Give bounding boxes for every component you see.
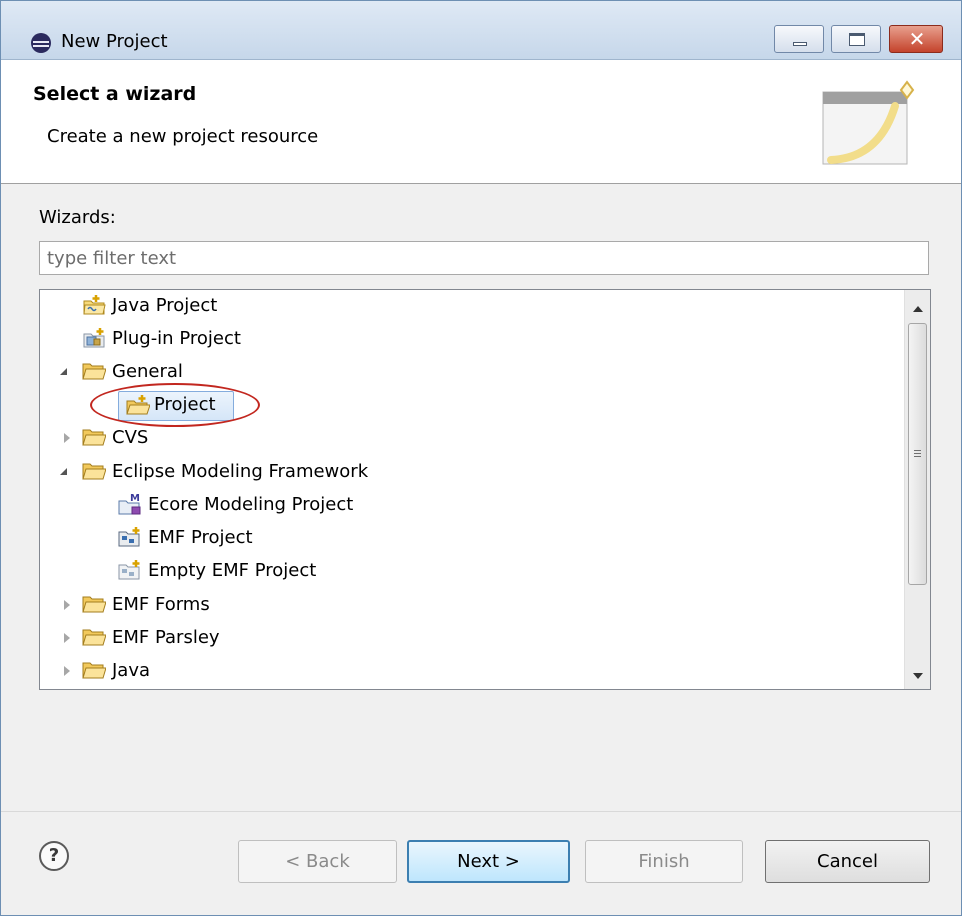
folder-icon: [82, 662, 106, 679]
collapse-arrow-icon[interactable]: [64, 633, 70, 643]
tree-item-general[interactable]: General: [40, 356, 900, 388]
wizard-filter-input[interactable]: [39, 241, 929, 275]
tree-item-emf-parsley[interactable]: EMF Parsley: [40, 622, 900, 654]
folder-icon: [82, 463, 106, 480]
close-icon: ✕: [908, 27, 926, 51]
eclipse-icon: [31, 33, 51, 53]
footer-divider: [1, 811, 961, 812]
tree-item-label: General: [112, 361, 183, 382]
window-title: New Project: [61, 31, 168, 52]
tree-item-java-project[interactable]: Java Project: [40, 290, 900, 322]
minimize-button[interactable]: [774, 25, 824, 53]
minimize-icon: [793, 42, 807, 46]
back-button[interactable]: < Back: [238, 840, 397, 883]
tree-item-plugin-project[interactable]: Plug-in Project: [40, 323, 900, 355]
next-button[interactable]: Next >: [407, 840, 570, 883]
tree-item-label: Java Project: [112, 295, 218, 316]
tree-item-label: Ecore Modeling Project: [148, 494, 354, 515]
tree-item-label: EMF Forms: [112, 594, 210, 615]
svg-text:M: M: [130, 493, 140, 504]
title-bar[interactable]: New Project ✕: [1, 1, 961, 60]
empty-emf-project-icon: [118, 560, 140, 580]
tree-item-java[interactable]: Java: [40, 655, 900, 687]
folder-icon: [82, 429, 106, 446]
tree-item-label: Eclipse Modeling Framework: [112, 461, 369, 482]
project-icon: [126, 395, 150, 415]
scroll-up-arrow-icon[interactable]: [913, 306, 923, 312]
close-button[interactable]: ✕: [889, 25, 943, 53]
wizard-description: Create a new project resource: [47, 126, 319, 147]
maximize-button[interactable]: [831, 25, 881, 53]
tree-item-label: EMF Parsley: [112, 627, 220, 648]
folder-icon: [82, 629, 106, 646]
tree-item-label: Java: [112, 660, 151, 681]
tree-item-project[interactable]: Project: [40, 391, 900, 423]
wizards-label: Wizards:: [39, 207, 116, 228]
new-project-dialog: New Project ✕ Select a wizard Create a n…: [0, 0, 962, 916]
wizard-tree[interactable]: Java Project Plug-in Project General Pro…: [39, 289, 931, 690]
folder-icon: [82, 596, 106, 613]
tree-item-label: Empty EMF Project: [148, 560, 317, 581]
maximize-icon: [849, 33, 865, 46]
tree-item-label: Project: [154, 394, 216, 415]
ecore-modeling-project-icon: M: [118, 493, 141, 515]
collapse-arrow-icon[interactable]: [64, 600, 70, 610]
finish-button[interactable]: Finish: [585, 840, 743, 883]
tree-item-label: Plug-in Project: [112, 328, 241, 349]
expand-arrow-icon[interactable]: [60, 468, 67, 475]
tree-item-eclipse-modeling-framework[interactable]: Eclipse Modeling Framework: [40, 456, 900, 488]
tree-item-label: EMF Project: [148, 527, 253, 548]
wizard-header: Select a wizard Create a new project res…: [1, 60, 961, 184]
emf-project-icon: [118, 527, 140, 547]
tree-item-emf-forms[interactable]: EMF Forms: [40, 589, 900, 621]
scrollbar-grip-icon: [914, 450, 921, 451]
tree-vertical-scrollbar[interactable]: [904, 290, 930, 689]
collapse-arrow-icon[interactable]: [64, 433, 70, 443]
tree-item-label: CVS: [112, 427, 149, 448]
tree-item-ecore-modeling-project[interactable]: M Ecore Modeling Project: [40, 489, 900, 521]
new-wizard-banner-icon: [822, 80, 915, 165]
expand-arrow-icon[interactable]: [60, 368, 67, 375]
java-project-icon: [83, 295, 106, 315]
scroll-down-arrow-icon[interactable]: [913, 673, 923, 679]
plugin-project-icon: [83, 328, 105, 348]
tree-item-emf-project[interactable]: EMF Project: [40, 522, 900, 554]
collapse-arrow-icon[interactable]: [64, 666, 70, 676]
scrollbar-thumb[interactable]: [908, 323, 927, 585]
folder-icon: [82, 363, 106, 380]
help-icon[interactable]: ?: [39, 841, 69, 871]
tree-item-empty-emf-project[interactable]: Empty EMF Project: [40, 555, 900, 587]
wizard-title: Select a wizard: [33, 83, 197, 105]
cancel-button[interactable]: Cancel: [765, 840, 930, 883]
tree-item-cvs[interactable]: CVS: [40, 422, 900, 454]
